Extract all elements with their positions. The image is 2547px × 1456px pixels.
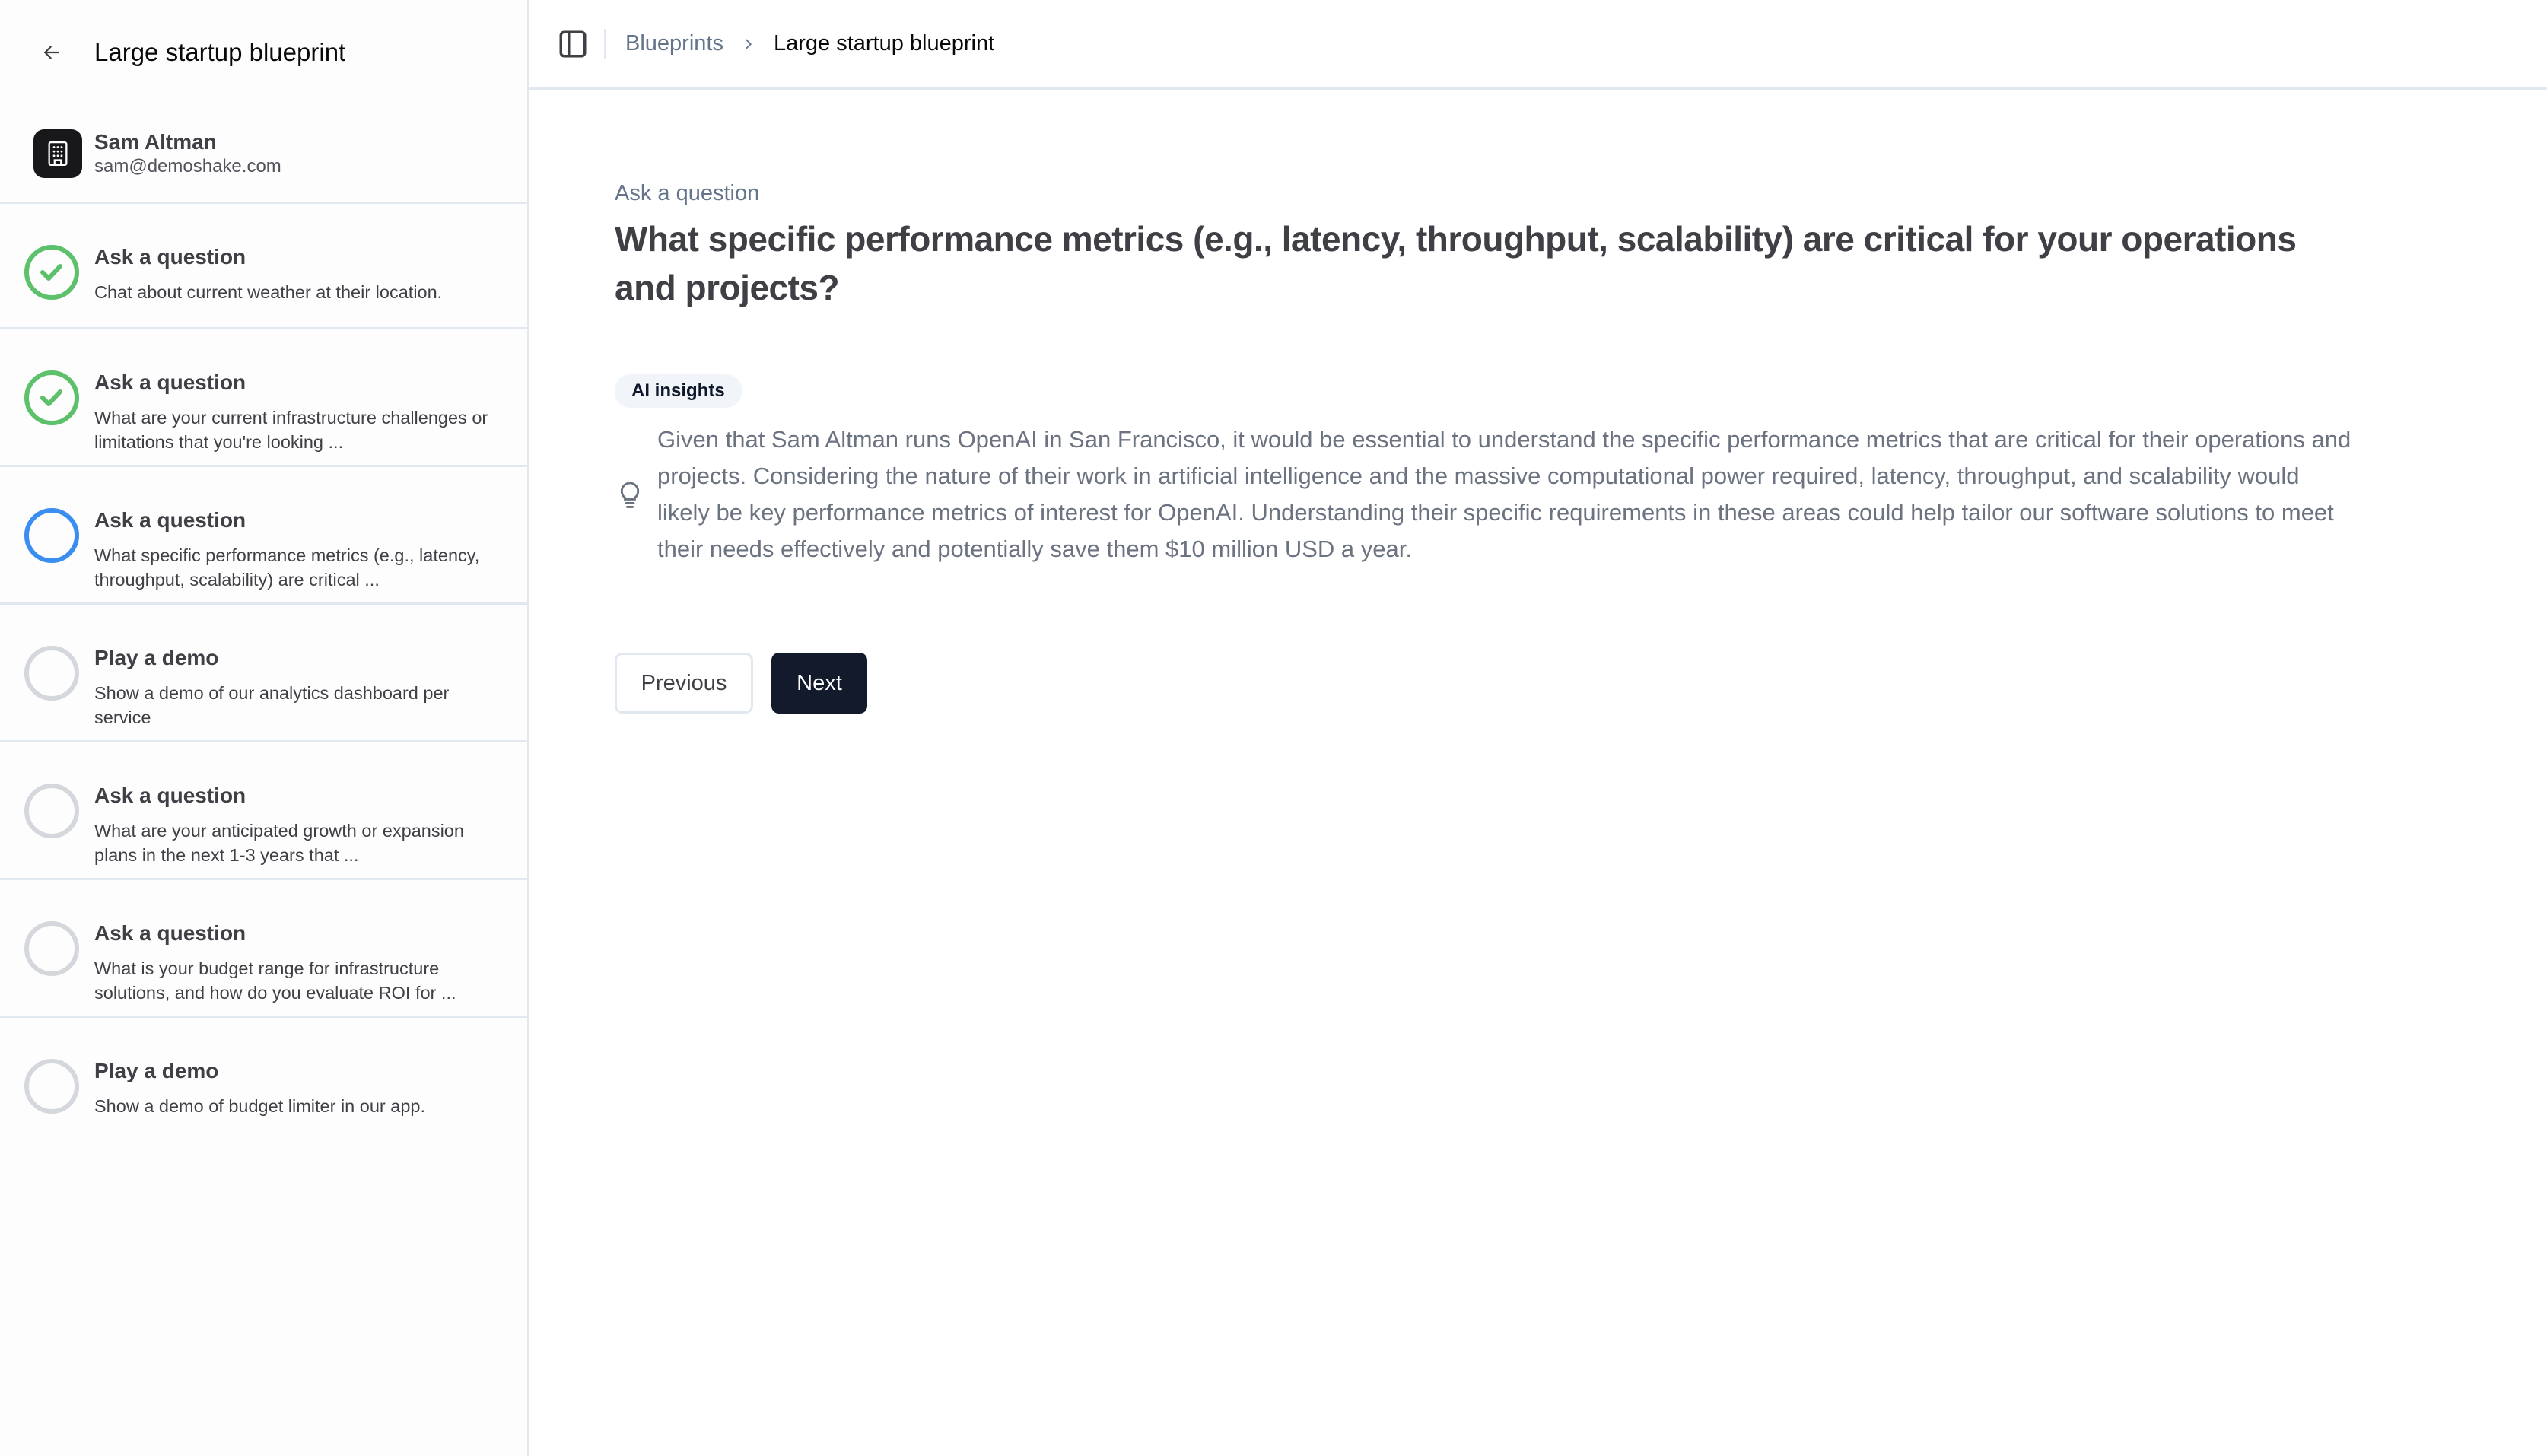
step-title: Ask a question — [94, 245, 246, 269]
step-item[interactable]: Ask a question Chat about current weathe… — [0, 204, 527, 329]
step-list: Ask a question Chat about current weathe… — [0, 204, 527, 1143]
step-description: Show a demo of budget limiter in our app… — [94, 1096, 426, 1116]
step-item[interactable]: Play a demo Show a demo of budget limite… — [0, 1018, 527, 1143]
step-title: Ask a question — [94, 508, 246, 532]
ai-insight: Given that Sam Altman runs OpenAI in San… — [615, 421, 2395, 567]
question-heading: What specific performance metrics (e.g.,… — [615, 219, 2297, 307]
current-step-circle-icon — [24, 508, 79, 563]
main-panel: Blueprints Large startup blueprint Ask a… — [529, 0, 2547, 1456]
blueprint-title: Large startup blueprint — [94, 38, 346, 66]
pending-circle-icon — [24, 1059, 79, 1114]
pending-circle-icon — [24, 784, 79, 838]
avatar — [33, 129, 82, 178]
pending-circle-icon — [24, 921, 79, 976]
step-description: Chat about current weather at their loca… — [94, 282, 443, 302]
breadcrumb-current: Large startup blueprint — [773, 31, 995, 56]
step-item[interactable]: Play a demo Show a demo of our analytics… — [0, 605, 527, 742]
step-title: Ask a question — [94, 921, 246, 945]
step-description: What specific performance metrics (e.g.,… — [94, 545, 480, 590]
step-title: Ask a question — [94, 784, 246, 807]
lightbulb-icon — [615, 421, 645, 567]
ai-insights-badge: AI insights — [615, 374, 742, 408]
step-content: Ask a question What specific performance… — [615, 90, 2395, 714]
sidebar-header: Large startup blueprint — [0, 0, 527, 105]
building-icon — [48, 141, 68, 166]
next-button[interactable]: Next — [771, 653, 867, 714]
previous-button[interactable]: Previous — [615, 653, 753, 714]
step-item-current[interactable]: Ask a question What specific performance… — [0, 467, 527, 605]
check-circle-icon — [24, 245, 79, 300]
step-type-label: Ask a question — [615, 181, 760, 205]
step-description: What is your budget range for infrastruc… — [94, 958, 456, 1003]
step-title: Play a demo — [94, 646, 219, 669]
check-circle-icon — [24, 370, 79, 425]
sidebar-toggle-button[interactable] — [557, 28, 589, 60]
breadcrumb-blueprints[interactable]: Blueprints — [625, 31, 723, 56]
step-item[interactable]: Ask a question What are your current inf… — [0, 329, 527, 467]
step-description: What are your anticipated growth or expa… — [94, 821, 464, 865]
top-bar: Blueprints Large startup blueprint — [529, 0, 2547, 90]
navigation-actions: Previous Next — [615, 653, 2395, 714]
step-title: Play a demo — [94, 1059, 219, 1082]
toolbar-divider — [604, 28, 606, 59]
step-description: What are your current infrastructure cha… — [94, 408, 488, 452]
step-item[interactable]: Ask a question What is your budget range… — [0, 880, 527, 1018]
arrow-left-icon — [44, 46, 59, 59]
account-email: sam@demoshake.com — [94, 155, 281, 176]
account-name: Sam Altman — [94, 129, 217, 154]
pending-circle-icon — [24, 646, 79, 701]
step-title: Ask a question — [94, 370, 246, 394]
sidebar-toggle-icon — [559, 30, 587, 57]
step-description: Show a demo of our analytics dashboard p… — [94, 683, 450, 727]
back-button[interactable] — [37, 37, 67, 68]
breadcrumb: Blueprints Large startup blueprint — [625, 31, 994, 56]
step-item[interactable]: Ask a question What are your anticipated… — [0, 742, 527, 880]
sidebar: Large startup blueprint Sam Altman sam@d… — [0, 0, 529, 1456]
chevron-right-icon — [740, 36, 757, 52]
account-card: Sam Altman sam@demoshake.com — [0, 105, 527, 204]
ai-insight-text: Given that Sam Altman runs OpenAI in San… — [657, 426, 2351, 562]
